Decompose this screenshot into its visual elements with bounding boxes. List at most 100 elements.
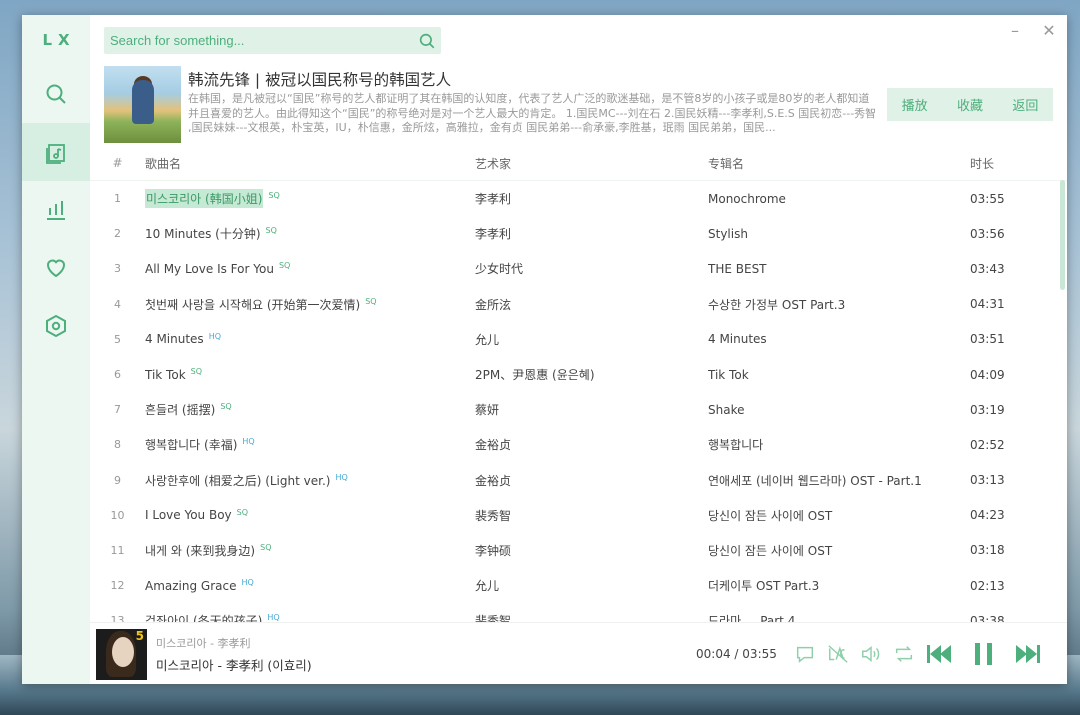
artist-name[interactable]: 允儿	[475, 331, 708, 348]
artist-name[interactable]: 蔡妍	[475, 401, 708, 418]
album-name[interactable]: 드라마 ... Part.4	[708, 612, 970, 622]
artist-name[interactable]: 金裕贞	[475, 436, 708, 453]
song-name[interactable]: 흔들려 (摇摆)	[145, 401, 215, 418]
song-duration: 04:09	[970, 367, 1005, 382]
sidebar-item-settings[interactable]	[22, 297, 90, 355]
album-name[interactable]: 4 Minutes	[708, 332, 970, 346]
quality-badge: SQ	[365, 296, 377, 306]
song-duration: 03:38	[970, 613, 1005, 622]
album-name[interactable]: THE BEST	[708, 262, 970, 276]
table-row[interactable]: 54 Minutes HQ 允儿 4 Minutes 03:51	[90, 322, 1067, 357]
table-row[interactable]: 9 사랑한후에 (相爱之后) (Light ver.) HQ 金裕贞 연애세포 (네이버…	[90, 463, 1067, 498]
total-time: 03:55	[742, 647, 777, 661]
song-duration: 03:18	[970, 543, 1005, 558]
artist-name[interactable]: 少女时代	[475, 260, 708, 277]
table-row[interactable]: 2 10 Minutes (十分钟) SQ 李孝利 Stylish 03:56	[90, 216, 1067, 251]
sidebar-item-search[interactable]	[22, 65, 90, 123]
artist-name[interactable]: 李孝利	[475, 190, 708, 207]
minimize-button[interactable]: –	[1007, 21, 1023, 40]
cover-number: 5	[135, 629, 144, 643]
song-name[interactable]: 미스코리아 (韩国小姐)	[145, 189, 264, 209]
song-name[interactable]: I Love You Boy	[145, 508, 232, 522]
song-name[interactable]: 걱좌아이 (冬天的孩子)	[145, 612, 262, 622]
play-all-button[interactable]: 播放	[902, 95, 928, 114]
table-row[interactable]: 13 걱좌아이 (冬天的孩子) HQ 裴秀智 드라마 ... Part.4 03:38	[90, 603, 1067, 622]
now-playing-cover[interactable]: 5	[96, 629, 147, 680]
song-duration: 03:43	[970, 261, 1005, 276]
album-name[interactable]: Monochrome	[708, 192, 970, 206]
scrollbar[interactable]	[1060, 180, 1065, 290]
song-name[interactable]: Amazing Grace	[145, 579, 237, 593]
row-number: 6	[114, 368, 121, 382]
pause-icon[interactable]	[970, 641, 998, 667]
collect-button[interactable]: 收藏	[957, 95, 983, 114]
artist-name[interactable]: 李钟硕	[475, 542, 708, 559]
artist-name[interactable]: 2PM、尹恩惠 (윤은혜)	[475, 366, 708, 383]
artist-name[interactable]: 李孝利	[475, 225, 708, 242]
song-name[interactable]: Tik Tok	[145, 368, 186, 382]
table-row[interactable]: 1 미스코리아 (韩国小姐) SQ 李孝利 Monochrome 03:55	[90, 181, 1067, 216]
album-name[interactable]: 당신이 잠든 사이에 OST	[708, 542, 970, 559]
back-button[interactable]: 返回	[1012, 95, 1038, 114]
table-row[interactable]: 12 Amazing Grace HQ 允儿 더케이투 OST Part.3 02:13	[90, 568, 1067, 603]
search-input[interactable]	[104, 33, 413, 48]
sidebar-item-songlist[interactable]	[22, 123, 90, 181]
artist-name[interactable]: 金裕贞	[475, 472, 708, 489]
player-bar: 5 미스코리아 - 李孝利 미스코리아 - 李孝利 (이효리) 00:04 / …	[90, 622, 1067, 684]
album-name[interactable]: Tik Tok	[708, 368, 970, 382]
table-row[interactable]: 4 첫번째 사랑을 시작해요 (开始第一次爱情) SQ 金所泫 수상한 가정부 OST …	[90, 287, 1067, 322]
artist-name[interactable]: 裴秀智	[475, 612, 708, 622]
lyrics-off-icon[interactable]	[827, 643, 849, 665]
previous-track-icon[interactable]	[926, 641, 954, 667]
song-name-cell: 4 Minutes HQ	[145, 332, 475, 346]
song-name[interactable]: 4 Minutes	[145, 332, 204, 346]
time-separator: /	[734, 647, 739, 661]
album-name[interactable]: 더케이투 OST Part.3	[708, 577, 970, 594]
search-button[interactable]	[413, 32, 441, 50]
quality-badge: HQ	[242, 437, 255, 447]
close-button[interactable]: ✕	[1041, 21, 1057, 40]
song-name[interactable]: 첫번째 사랑을 시작해요 (开始第一次爱情)	[145, 296, 360, 313]
song-duration: 03:19	[970, 402, 1005, 417]
row-number: 5	[114, 332, 121, 346]
song-name[interactable]: 사랑한후에 (相爱之后) (Light ver.)	[145, 472, 330, 489]
table-row[interactable]: 3 All My Love Is For You SQ 少女时代 THE BEST 03:…	[90, 251, 1067, 286]
quality-badge: SQ	[190, 367, 203, 377]
song-name[interactable]: All My Love Is For You	[145, 262, 274, 276]
song-name[interactable]: 행복합니다 (幸福)	[145, 436, 237, 453]
artist-name[interactable]: 允儿	[475, 577, 708, 594]
song-duration: 03:55	[970, 191, 1005, 206]
search-icon	[46, 84, 66, 104]
album-name[interactable]: 당신이 잠든 사이에 OST	[708, 507, 970, 524]
repeat-icon[interactable]	[893, 643, 915, 665]
sidebar-item-favorites[interactable]	[22, 239, 90, 297]
table-row[interactable]: 6 Tik Tok SQ 2PM、尹恩惠 (윤은혜) Tik Tok 04:09	[90, 357, 1067, 392]
album-name[interactable]: Shake	[708, 403, 970, 417]
song-name-cell: 첫번째 사랑을 시작해요 (开始第一次爱情) SQ	[145, 296, 475, 313]
row-number: 7	[114, 403, 121, 417]
album-name[interactable]: 행복합니다	[708, 436, 970, 453]
table-row[interactable]: 8 행복합니다 (幸福) HQ 金裕贞 행복합니다 02:52	[90, 427, 1067, 462]
music-list-icon	[46, 144, 65, 164]
song-duration: 04:31	[970, 297, 1005, 312]
quality-badge: SQ	[278, 261, 291, 271]
app-window: LX – ✕	[22, 15, 1067, 684]
next-track-icon[interactable]	[1014, 641, 1042, 667]
quality-badge: SQ	[220, 402, 232, 412]
album-name[interactable]: 수상한 가정부 OST Part.3	[708, 296, 970, 313]
table-row[interactable]: 7 흔들려 (摇摆) SQ 蔡妍 Shake 03:19	[90, 392, 1067, 427]
table-row[interactable]: 11 내게 와 (来到我身边) SQ 李钟硕 당신이 잠든 사이에 OST 03:18	[90, 533, 1067, 568]
song-name[interactable]: 내게 와 (来到我身边)	[145, 542, 255, 559]
comment-icon[interactable]	[794, 643, 816, 665]
artist-name[interactable]: 金所泫	[475, 296, 708, 313]
volume-icon[interactable]	[860, 643, 882, 665]
header-duration: 时长	[970, 156, 995, 171]
song-name[interactable]: 10 Minutes (十分钟)	[145, 225, 261, 242]
album-name[interactable]: Stylish	[708, 227, 970, 241]
sidebar-item-leaderboard[interactable]	[22, 181, 90, 239]
song-name-cell: All My Love Is For You SQ	[145, 262, 475, 276]
album-name[interactable]: 연애세포 (네이버 웹드라마) OST - Part.1	[708, 472, 970, 489]
artist-name[interactable]: 裴秀智	[475, 507, 708, 524]
row-number: 1	[114, 192, 121, 206]
table-row[interactable]: 10 I Love You Boy SQ 裴秀智 당신이 잠든 사이에 OST 04:23	[90, 498, 1067, 533]
